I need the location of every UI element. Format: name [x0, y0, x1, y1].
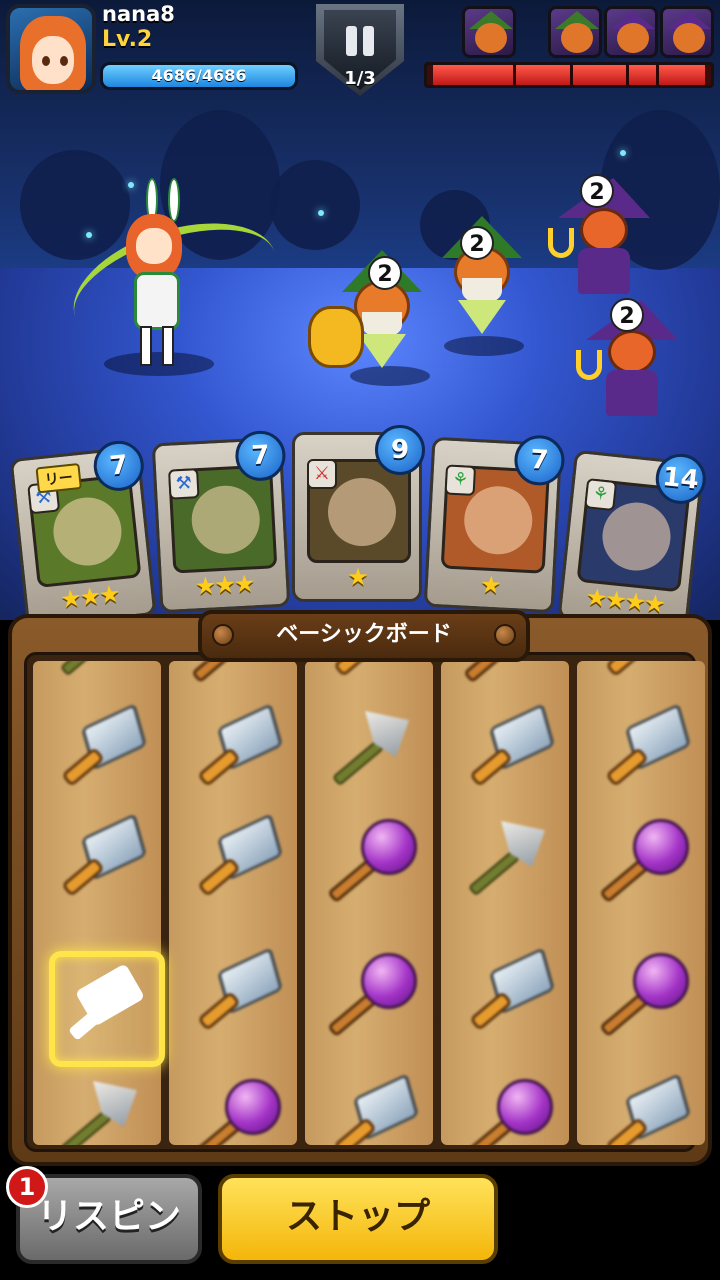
wave-counter: 1/3	[344, 68, 376, 89]
wand-symbol	[319, 945, 419, 1045]
axe-symbol	[47, 1071, 147, 1145]
enemy-level-badge: 2	[610, 298, 644, 332]
axe-symbol	[319, 701, 419, 801]
hero-card[interactable]: ⚒ 7 ★★★ リー	[9, 438, 157, 629]
enemy-portrait	[462, 6, 516, 58]
axe-symbol	[455, 811, 555, 911]
slot-reel	[33, 661, 161, 1145]
leader-tag: リー	[35, 462, 82, 494]
enemy-portrait	[604, 6, 658, 58]
wand-symbol	[455, 1071, 555, 1145]
wand-symbol	[591, 811, 691, 911]
background-rock	[270, 160, 360, 250]
firefly	[620, 150, 626, 156]
enemy-level-badge: 2	[460, 226, 494, 260]
hero-card-stars: ★	[347, 563, 369, 591]
slot-reel	[169, 661, 297, 1145]
player-hp-bar: 4686/4686	[100, 62, 298, 90]
sword-symbol	[319, 661, 419, 691]
wand-symbol	[319, 811, 419, 911]
wand-symbol	[591, 945, 691, 1045]
board-title: ベーシックボード	[276, 622, 452, 647]
green-axe-icon: ⚘	[584, 478, 618, 512]
enemy-level-badge: 2	[368, 256, 402, 290]
slot-board: ベーシックボード	[8, 610, 712, 1166]
stop-button[interactable]: ストップ	[218, 1174, 498, 1264]
hero-card[interactable]: ⚘ 14 ★★★★	[557, 449, 709, 633]
sword-symbol	[591, 701, 691, 801]
board-title-plate: ベーシックボード	[198, 610, 530, 662]
hero-card[interactable]: ⚒ 7 ★★★	[151, 429, 291, 614]
green-axe-icon: ⚘	[444, 464, 477, 496]
pause-icon	[346, 26, 357, 56]
sword-symbol	[455, 701, 555, 801]
slot-reel	[577, 661, 705, 1145]
player-avatar[interactable]	[6, 4, 96, 94]
enemy-portrait	[660, 6, 714, 58]
wand-symbol	[183, 1071, 283, 1145]
sword-symbol	[47, 811, 147, 911]
red-sword-icon: ⚔	[307, 459, 337, 489]
blue-hammer-icon: ⚒	[168, 468, 200, 500]
player-name: nana8	[102, 2, 175, 26]
sword-symbol	[319, 1071, 419, 1145]
sword-symbol	[183, 811, 283, 911]
sword-symbol	[47, 701, 147, 801]
enemy-hp-bar	[424, 62, 714, 88]
sword-symbol	[183, 701, 283, 801]
sword-symbol	[183, 945, 283, 1045]
slot-reel	[441, 661, 569, 1145]
hero-card-stars: ★	[479, 570, 501, 600]
slot-reels-area	[24, 652, 705, 1152]
sword-symbol	[591, 661, 691, 691]
enemy-level-badge: 2	[580, 174, 614, 208]
sword-symbol	[591, 1071, 691, 1145]
hero-card-cost: 9	[375, 425, 425, 475]
pumpkin-shield	[308, 306, 364, 368]
enemy-portrait	[548, 6, 602, 58]
player-hp-text: 4686/4686	[151, 66, 247, 85]
wand-symbol	[183, 661, 283, 691]
hero-card-stars: ★★★	[194, 569, 255, 601]
hammer-symbol-highlight[interactable]	[49, 951, 165, 1067]
hero-card[interactable]: ⚘ 7 ★	[423, 434, 566, 614]
player-hero	[58, 178, 292, 378]
respin-count-badge: 1	[6, 1166, 48, 1208]
hero-card[interactable]: ⚔ 9 ★	[292, 425, 425, 602]
player-level: Lv.2	[102, 27, 153, 52]
pause-button[interactable]: 1/3	[316, 4, 404, 96]
slot-reel	[305, 661, 433, 1145]
axe-symbol	[47, 661, 147, 691]
sword-symbol	[455, 945, 555, 1045]
firefly	[318, 210, 324, 216]
wand-symbol	[455, 661, 555, 691]
